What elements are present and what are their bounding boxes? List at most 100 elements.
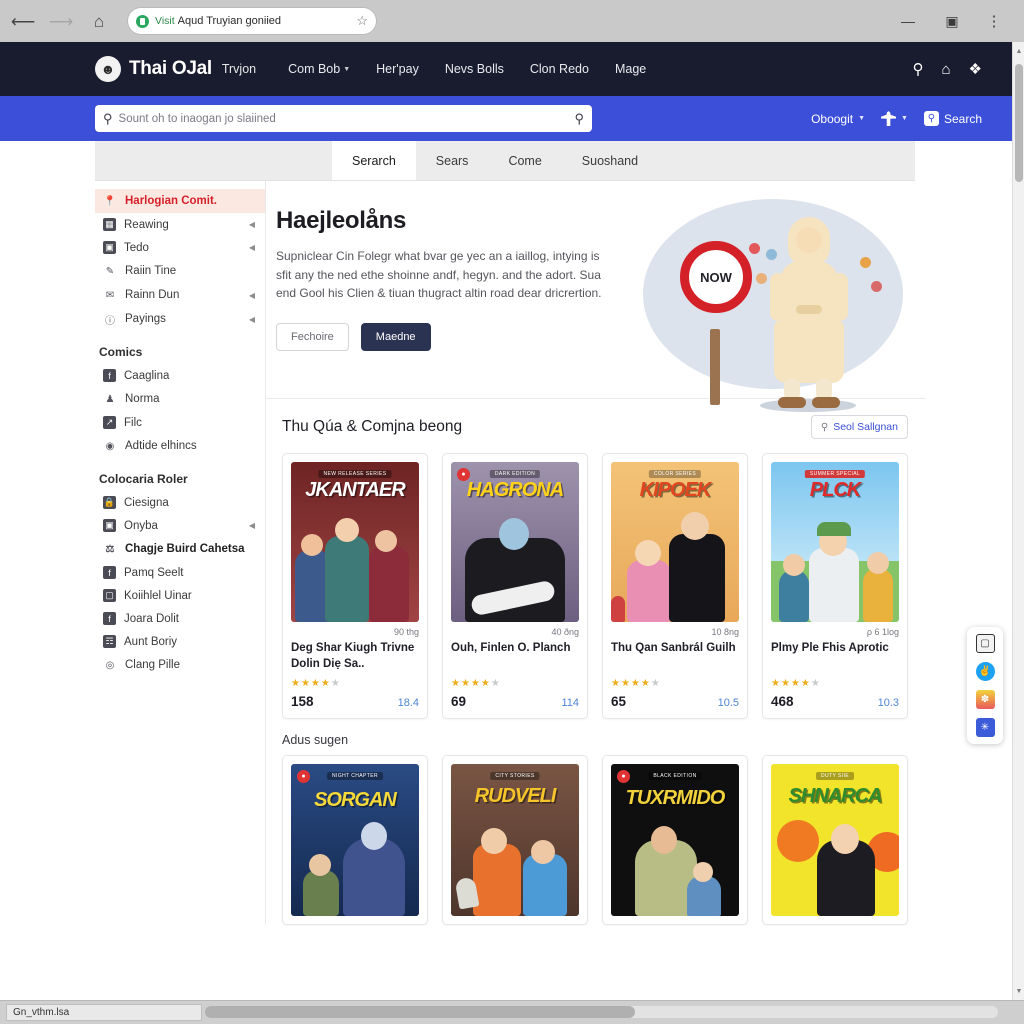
sidebar-item-label: Adtide elhincs	[125, 440, 197, 452]
apps-icon[interactable]: ❖	[969, 60, 982, 78]
horizontal-scrollbar-thumb[interactable]	[205, 1006, 635, 1018]
account-menu[interactable]: Oboogit ▼	[811, 112, 865, 126]
sidebar-item-label: Norma	[125, 393, 160, 405]
comic-card[interactable]: NEW RELEASE SERIES JKANTAER 90 thg Deg S…	[282, 453, 428, 720]
puzzle-icon: ☶	[103, 635, 116, 648]
search-action-button[interactable]: ⚲ Search	[923, 111, 982, 126]
search-icon: ⚲	[103, 110, 113, 126]
sidebar-item-tedo[interactable]: ▣ Tedo ◀	[95, 236, 265, 259]
cover-subtitle: NEW RELEASE SERIES	[318, 470, 392, 478]
sidebar-item-chagje-buird-cahetsa[interactable]: ⚖ Chagje Buird Cahetsa	[95, 537, 265, 561]
home-icon[interactable]: ⌂	[84, 6, 114, 36]
sidebar-item-aunt-boriy[interactable]: ☶ Aunt Boriy	[95, 630, 265, 653]
tab-suoshand[interactable]: Suoshand	[562, 141, 658, 180]
sidebar-item-clang-pille[interactable]: ◎ Clang Pille	[95, 653, 265, 677]
note-icon[interactable]: ▢	[975, 634, 995, 653]
tab-come[interactable]: Come	[488, 141, 561, 180]
info-icon: ⓘ	[105, 315, 115, 327]
topnav-item-2[interactable]: Nevs Bolls	[445, 62, 504, 76]
tab-sears[interactable]: Sears	[416, 141, 489, 180]
bookmark-star-icon[interactable]: ☆	[356, 13, 368, 29]
grid-icon: ▣	[103, 519, 116, 532]
comic-card[interactable]: ● DARK EDITION HAGRONA 40 ðng Ouh, Finle…	[442, 453, 588, 720]
sidebar-item-caaglina[interactable]: f Caaglina	[95, 364, 265, 387]
sidebar-item-harlogian-comit[interactable]: 📍 Harlogian Comit.	[95, 189, 265, 213]
maximize-button[interactable]: ▣	[942, 11, 962, 31]
sidebar-item-raiin-tine[interactable]: ✎ Raiin Tine	[95, 259, 265, 283]
search-input[interactable]: ⚲ Sount oh to inaogan jo slaiined ⚲	[95, 105, 592, 132]
minimize-button[interactable]: —	[898, 11, 918, 31]
sidebar-item-filc[interactable]: ↗ Filc	[95, 411, 265, 434]
comic-card[interactable]: COLOR SERIES KIPOEK 10 8ng Thu Qan Sanbr…	[602, 453, 748, 720]
lock-icon: 🔒	[103, 496, 116, 509]
sidebar-item-label: Payings	[125, 313, 166, 325]
sidebar: 📍 Harlogian Comit. ▦ Reawing ◀ ▣ Tedo ◀	[95, 181, 265, 926]
sidebar-item-rainn-dun[interactable]: ✉ Rainn Dun ◀	[95, 283, 265, 307]
comic-cover: ● BLACK EDITION TUXRMIDO	[611, 764, 739, 917]
home-icon[interactable]: ⌂	[941, 61, 950, 78]
comic-count: 69	[451, 694, 467, 709]
star-icon[interactable]: ✳	[975, 718, 995, 737]
section-action-button[interactable]: ⚲ Seol Sallgnan	[810, 415, 908, 439]
twitter-icon[interactable]: ✌	[975, 662, 995, 681]
topnav-item-1[interactable]: Her'pay	[376, 62, 419, 76]
sidebar-item-ciesigna[interactable]: 🔒 Ciesigna	[95, 491, 265, 514]
search-icon[interactable]: ⚲	[912, 60, 923, 78]
comic-cover: CITY STORIES RUDVELI	[451, 764, 579, 917]
sidebar-item-norma[interactable]: ♟ Norma	[95, 387, 265, 411]
forward-arrow-icon[interactable]: ⟶	[46, 6, 76, 36]
comic-card[interactable]: SUMMER SPECIAL PLCK ρ 6 1log Plmy Ple Fh…	[762, 453, 908, 720]
sidebar-item-pamq-seelt[interactable]: f Pamq Seelt	[95, 561, 265, 584]
comic-card[interactable]: CITY STORIES RUDVELI	[442, 755, 588, 926]
sidebar-item-koiihlel-uinar[interactable]: ▢ Koiihlel Uinar	[95, 584, 265, 607]
address-bar[interactable]: Visit Aqud Truyian goniied ☆	[128, 8, 376, 34]
sidebar-item-label: Chagje Buird Cahetsa	[125, 543, 245, 555]
comic-cover: SUMMER SPECIAL PLCK	[771, 462, 899, 622]
comic-count: 158	[291, 694, 314, 710]
sidebar-item-onyba[interactable]: ▣ Onyba ◀	[95, 514, 265, 537]
comic-card[interactable]: DUTY SIIE SHNARCA	[762, 755, 908, 926]
share-rail: ▢ ✌ ✽ ✳	[967, 627, 1003, 744]
user-menu[interactable]: ▼	[881, 111, 908, 126]
tab-serarch[interactable]: Serarch	[332, 141, 416, 180]
scroll-down-arrow-icon[interactable]: ▼	[1013, 984, 1024, 998]
vertical-scrollbar[interactable]: ▲ ▼	[1012, 42, 1024, 1000]
hero-primary-button[interactable]: Maedne	[360, 322, 431, 351]
sidebar-item-adtide-elhincs[interactable]: ◉ Adtide elhincs	[95, 434, 265, 458]
cover-figures	[451, 518, 579, 622]
sidebar-item-label: Pamq Seelt	[124, 566, 184, 579]
sidebar-item-joara-dolit[interactable]: f Joara Dolit	[95, 607, 265, 630]
back-arrow-icon[interactable]: ⟵	[8, 6, 38, 36]
topnav-item-0[interactable]: Com Bob ▼	[288, 62, 350, 76]
comic-title: Thu Qan Sanbrál Guilh	[611, 642, 736, 654]
sidebar-item-label: Aunt Boriy	[124, 635, 178, 648]
brand[interactable]: ☻ Thai OJal Trvjon	[95, 56, 256, 82]
sidebar-item-label: Reawing	[124, 218, 169, 231]
topnav-item-3[interactable]: Clon Redo	[530, 62, 589, 76]
cover-badge-icon: ●	[617, 770, 630, 784]
comic-card[interactable]: ● NIGHT CHAPTER SORGAN	[282, 755, 428, 926]
hero-secondary-button[interactable]: Fechoire	[276, 322, 349, 351]
vertical-scrollbar-thumb[interactable]	[1015, 64, 1023, 182]
top-nav-icons: ⚲ ⌂ ❖	[912, 60, 982, 79]
horizontal-scrollbar[interactable]	[205, 1006, 998, 1018]
sidebar-item-payings[interactable]: ⓘ Payings ◀	[95, 307, 265, 331]
kakao-icon[interactable]: ✽	[975, 690, 995, 709]
search-submit-icon[interactable]: ⚲	[574, 111, 584, 127]
rating-stars: ★★★★★	[771, 678, 821, 689]
comic-count: 65	[611, 694, 627, 709]
comic-card[interactable]: ● BLACK EDITION TUXRMIDO	[602, 755, 748, 926]
browser-chrome: ⟵ ⟶ ⌂ Visit Aqud Truyian goniied ☆ — ▣ ⋮	[0, 0, 1024, 42]
topnav-item-4[interactable]: Mage	[615, 62, 646, 76]
comic-cover: ● DARK EDITION HAGRONA	[451, 462, 579, 622]
sidebar-item-reawing[interactable]: ▦ Reawing ◀	[95, 213, 265, 236]
hero-text: Haejleolåns Supniclear Cin Folegr what b…	[276, 203, 628, 372]
cover-subtitle: CITY STORIES	[490, 772, 540, 781]
cover-title: RUDVELI	[474, 785, 557, 808]
floating-badge-1	[749, 243, 760, 254]
page-viewport: ☻ Thai OJal Trvjon Com Bob ▼ Her'pay Nev…	[0, 42, 1012, 1000]
cover-figures	[611, 822, 739, 917]
scroll-up-arrow-icon[interactable]: ▲	[1013, 44, 1024, 58]
comic-cover: ● NIGHT CHAPTER SORGAN	[291, 764, 419, 917]
browser-menu-button[interactable]: ⋮	[984, 11, 1004, 31]
